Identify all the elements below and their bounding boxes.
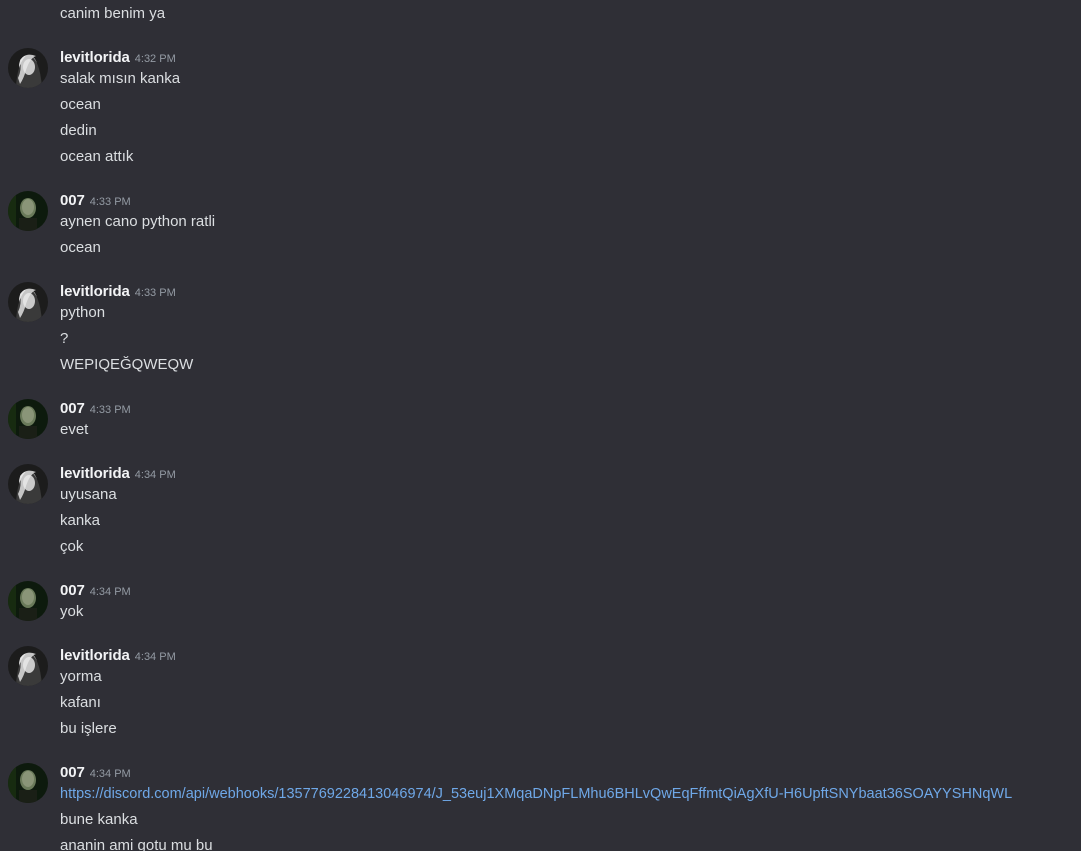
message-line: ? xyxy=(60,330,69,347)
avatar[interactable] xyxy=(8,282,48,322)
timestamp[interactable]: 4:34 PM xyxy=(135,651,176,663)
webhook-link[interactable]: https://discord.com/api/webhooks/1357769… xyxy=(60,781,1012,807)
message-line: canim benim ya xyxy=(60,5,166,22)
message-line: ananin ami gotu mu bu xyxy=(60,837,213,851)
username[interactable]: 007 xyxy=(60,764,85,781)
message-line: kafanı xyxy=(60,694,101,711)
message-line: yok xyxy=(60,603,84,620)
timestamp[interactable]: 4:33 PM xyxy=(90,404,131,416)
007-avatar-icon xyxy=(8,763,48,803)
message-line: yorma xyxy=(60,668,102,685)
timestamp[interactable]: 4:34 PM xyxy=(90,768,131,780)
chat-messages-panel[interactable]: canim benim ya levitlorida 4:32 PM salak … xyxy=(0,0,1081,851)
message-line: WEPIQEĞQWEQW xyxy=(60,356,194,373)
message-line: python xyxy=(60,304,106,321)
avatar[interactable] xyxy=(8,646,48,686)
levitlorida-avatar-icon xyxy=(8,646,48,686)
avatar[interactable] xyxy=(8,581,48,621)
timestamp[interactable]: 4:32 PM xyxy=(135,53,176,65)
avatar[interactable] xyxy=(8,48,48,88)
avatar[interactable] xyxy=(8,464,48,504)
avatar[interactable] xyxy=(8,191,48,231)
username[interactable]: levitlorida xyxy=(60,283,130,300)
avatar[interactable] xyxy=(8,763,48,803)
message-line: salak mısın kanka xyxy=(60,70,181,87)
007-avatar-icon xyxy=(8,399,48,439)
007-avatar-icon xyxy=(8,581,48,621)
username[interactable]: 007 xyxy=(60,192,85,209)
timestamp[interactable]: 4:33 PM xyxy=(90,196,131,208)
message-line: çok xyxy=(60,538,84,555)
message-line: bu işlere xyxy=(60,720,117,737)
message-line: aynen cano python ratli xyxy=(60,213,216,230)
username[interactable]: levitlorida xyxy=(60,647,130,664)
levitlorida-avatar-icon xyxy=(8,464,48,504)
timestamp[interactable]: 4:34 PM xyxy=(90,586,131,598)
message-line: bune kanka xyxy=(60,811,138,828)
message-line: ocean xyxy=(60,239,101,256)
message-line: ocean attık xyxy=(60,148,134,165)
message-line: ocean xyxy=(60,96,101,113)
message-line: uyusana xyxy=(60,486,117,503)
username[interactable]: levitlorida xyxy=(60,49,130,66)
username[interactable]: 007 xyxy=(60,400,85,417)
username[interactable]: 007 xyxy=(60,582,85,599)
timestamp[interactable]: 4:34 PM xyxy=(135,469,176,481)
avatar[interactable] xyxy=(8,399,48,439)
timestamp[interactable]: 4:33 PM xyxy=(135,287,176,299)
message-line: kanka xyxy=(60,512,101,529)
levitlorida-avatar-icon xyxy=(8,48,48,88)
message-line: evet xyxy=(60,421,89,438)
message-line: dedin xyxy=(60,122,97,139)
username[interactable]: levitlorida xyxy=(60,465,130,482)
levitlorida-avatar-icon xyxy=(8,282,48,322)
007-avatar-icon xyxy=(8,191,48,231)
